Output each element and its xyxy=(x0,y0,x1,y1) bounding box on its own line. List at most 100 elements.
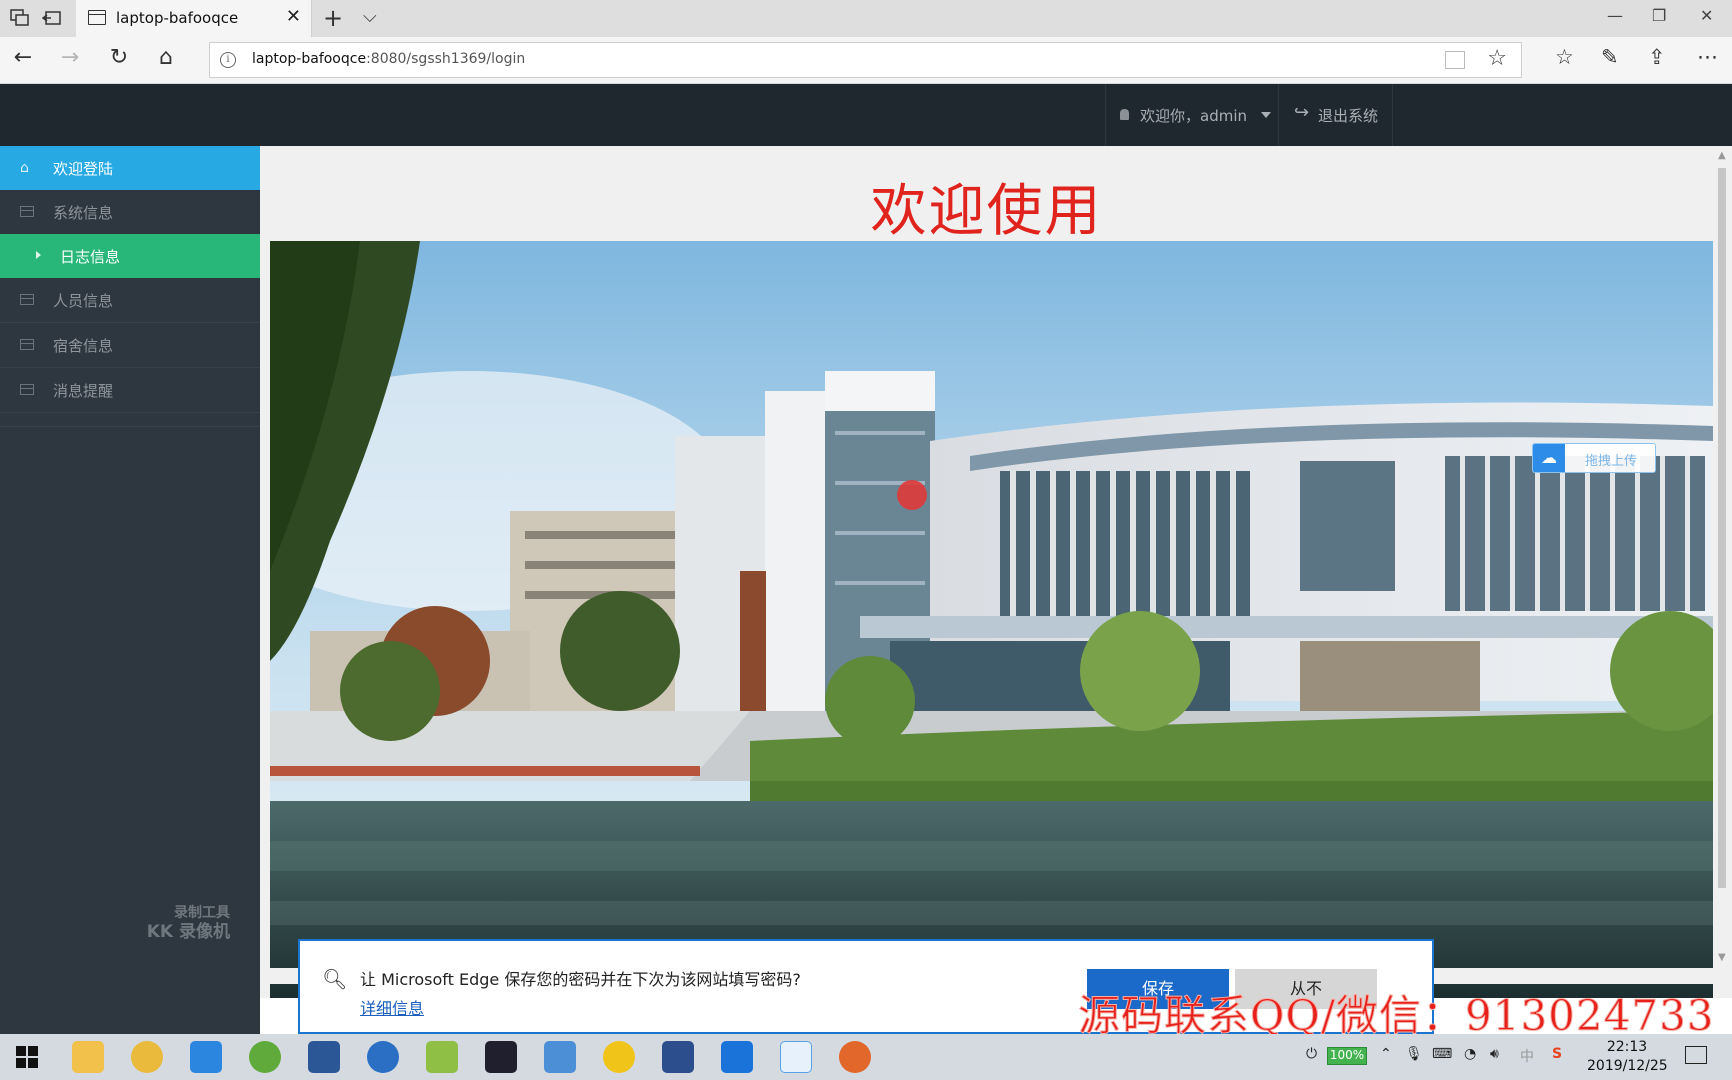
site-info-icon[interactable]: i xyxy=(220,52,236,68)
more-menu-icon[interactable]: ⋯ xyxy=(1697,45,1718,69)
details-link[interactable]: 详细信息 xyxy=(360,995,424,1019)
logout-label: 退出系统 xyxy=(1318,107,1379,125)
battery-indicator[interactable]: 100% xyxy=(1327,1047,1367,1065)
tab-manager-icon[interactable] xyxy=(10,9,30,27)
wechat-icon[interactable] xyxy=(249,1041,281,1073)
sidebar-item-label: 消息提醒 xyxy=(53,382,114,400)
set-aside-tabs-icon[interactable] xyxy=(41,9,62,27)
favorite-star-icon[interactable]: ☆ xyxy=(1487,46,1507,71)
wifi-icon[interactable]: ◔ xyxy=(1464,1046,1476,1062)
power-plug-icon[interactable]: ⏻ xyxy=(1306,1046,1317,1062)
table-icon xyxy=(20,384,34,395)
volume-icon[interactable]: 🔊︎ xyxy=(1490,1046,1499,1062)
watermark-line1: 录制工具 xyxy=(174,905,230,921)
key-icon: 🔍︎ xyxy=(322,967,348,991)
reading-view-icon[interactable] xyxy=(1445,51,1465,69)
logout-button[interactable]: ↪ 退出系统 xyxy=(1280,84,1393,146)
windows-start-icon[interactable] xyxy=(16,1046,38,1068)
vertical-scrollbar[interactable]: ▲ ▼ xyxy=(1713,146,1732,998)
caret-down-icon xyxy=(1261,112,1271,118)
sidebar-item-welcome[interactable]: ⌂ 欢迎登陆 xyxy=(0,146,260,190)
teamviewer-icon[interactable] xyxy=(367,1041,399,1073)
tab-close-icon[interactable]: ✕ xyxy=(286,6,301,27)
sidebar-item-label: 系统信息 xyxy=(53,204,114,222)
sidebar-item-messages[interactable]: 消息提醒 xyxy=(0,368,260,412)
recording-cursor-marker xyxy=(897,480,927,510)
home-icon[interactable]: ⌂ xyxy=(151,45,181,70)
page-favicon-icon xyxy=(88,10,106,25)
web-note-icon[interactable]: ✎ xyxy=(1601,45,1619,69)
user-icon xyxy=(1120,109,1129,120)
app-star-icon[interactable] xyxy=(190,1041,222,1073)
drag-upload-label: 拖拽上传 xyxy=(1585,454,1638,469)
hero-image xyxy=(270,241,1713,998)
page-title: 欢迎使用 xyxy=(870,179,1103,244)
file-explorer-icon[interactable] xyxy=(72,1041,104,1073)
sidebar-divider xyxy=(0,426,260,427)
table-icon xyxy=(20,206,34,217)
new-tab-icon[interactable]: + xyxy=(323,4,343,32)
keyboard-icon[interactable]: ⌨ xyxy=(1432,1046,1452,1062)
winrar-icon[interactable] xyxy=(544,1041,576,1073)
sidebar-item-dorm-info[interactable]: 宿舍信息 xyxy=(0,323,260,367)
share-arrow-icon: ↪ xyxy=(1294,102,1310,123)
refresh-icon[interactable]: ↻ xyxy=(104,45,134,70)
app-header: 欢迎你，admin ↪ 退出系统 xyxy=(0,84,1732,146)
main-content: 欢迎使用 xyxy=(260,146,1713,998)
home-icon: ⌂ xyxy=(20,160,29,176)
ime-indicator[interactable]: 中 xyxy=(1520,1046,1534,1066)
table-icon xyxy=(20,294,34,305)
word-icon[interactable] xyxy=(308,1041,340,1073)
browser-tab-bar: laptop-bafooqce ✕ + ⌵ — ❐ ✕ xyxy=(0,0,1732,37)
share-icon[interactable]: ⇪ xyxy=(1648,45,1666,69)
clock-time: 22:13 xyxy=(1606,1039,1648,1055)
app-yellow-icon[interactable] xyxy=(603,1041,635,1073)
favorites-hub-icon[interactable]: ☆ xyxy=(1555,45,1574,69)
recorder-icon[interactable] xyxy=(839,1041,871,1073)
watermark-line2: KK 录像机 xyxy=(146,922,230,942)
cloud-icon: ☁ xyxy=(1533,444,1565,472)
prompt-message: 让 Microsoft Edge 保存您的密码并在下次为该网站填写密码? xyxy=(360,970,801,989)
back-icon[interactable]: ← xyxy=(8,45,38,70)
user-label: 欢迎你，admin xyxy=(1140,107,1247,125)
address-bar-row: ← → ↻ ⌂ i laptop-bafooqce:8080/sgssh1369… xyxy=(0,37,1732,84)
sidebar: ⌂ 欢迎登陆 系统信息 日志信息 人员信息 宿舍信息 消息提醒 录制工具 KK … xyxy=(0,146,260,1034)
scroll-down-icon[interactable]: ▼ xyxy=(1718,952,1726,963)
forward-icon[interactable]: → xyxy=(55,45,85,70)
intellij-icon[interactable] xyxy=(485,1041,517,1073)
user-menu[interactable]: 欢迎你，admin xyxy=(1105,84,1279,146)
edge-icon[interactable] xyxy=(721,1041,753,1073)
caret-right-icon xyxy=(36,251,41,259)
scroll-thumb[interactable] xyxy=(1718,168,1726,888)
campus-building-illustration xyxy=(270,241,1713,998)
microphone-icon[interactable]: 🎙︎ xyxy=(1405,1046,1423,1062)
sidebar-item-system-info[interactable]: 系统信息 xyxy=(0,190,260,234)
baidu-netdisk-icon[interactable] xyxy=(780,1041,812,1073)
tab-title: laptop-bafooqce xyxy=(116,9,239,27)
url-input[interactable]: i laptop-bafooqce:8080/sgssh1369/login ☆ xyxy=(209,42,1522,78)
drag-upload-badge[interactable]: ☁ 拖拽上传 xyxy=(1532,443,1656,473)
sidebar-divider xyxy=(0,412,260,413)
sidebar-item-label: 欢迎登陆 xyxy=(53,160,114,178)
app-chart-icon[interactable] xyxy=(426,1041,458,1073)
system-clock[interactable]: 22:13 2019/12/25 xyxy=(1587,1038,1668,1076)
sidebar-item-label: 人员信息 xyxy=(53,292,114,310)
clock-date: 2019/12/25 xyxy=(1587,1058,1668,1074)
browser-tab-active[interactable]: laptop-bafooqce ✕ xyxy=(76,0,312,37)
tab-preview-chevron-icon[interactable]: ⌵ xyxy=(363,6,377,27)
table-icon xyxy=(20,339,34,350)
scroll-up-icon[interactable]: ▲ xyxy=(1718,150,1726,161)
recorder-watermark: 录制工具 KK 录像机 xyxy=(140,904,230,942)
app-s-icon[interactable] xyxy=(662,1041,694,1073)
restore-icon[interactable]: ❐ xyxy=(1652,6,1666,25)
chrome-icon[interactable] xyxy=(131,1041,163,1073)
tray-expand-icon[interactable]: ⌃ xyxy=(1380,1046,1392,1062)
action-center-icon[interactable] xyxy=(1685,1046,1707,1064)
sidebar-item-label: 日志信息 xyxy=(60,248,121,266)
sidebar-item-log-info[interactable]: 日志信息 xyxy=(0,234,260,278)
sogou-s-icon[interactable]: S xyxy=(1552,1046,1562,1062)
minimize-icon[interactable]: — xyxy=(1607,6,1623,25)
windows-taskbar: ⏻ 100% ⌃ 🎙︎ ⌨ ◔ 🔊︎ 中 S 22:13 2019/12/25 xyxy=(0,1034,1732,1080)
window-close-icon[interactable]: ✕ xyxy=(1700,6,1713,25)
sidebar-item-personnel-info[interactable]: 人员信息 xyxy=(0,278,260,322)
